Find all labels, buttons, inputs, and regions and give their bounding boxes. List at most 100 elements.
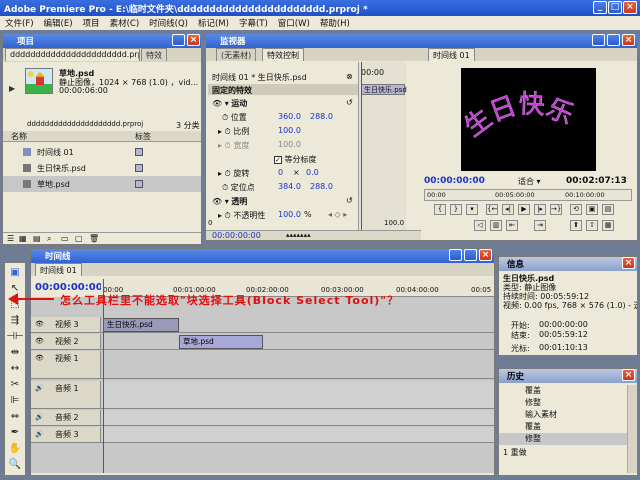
rotation-degrees[interactable]: 0.0 xyxy=(306,168,319,177)
history-item[interactable]: 修整 xyxy=(499,397,627,409)
automate-icon[interactable]: ▤ xyxy=(33,234,41,243)
tab-effects[interactable]: 特效 xyxy=(141,48,167,61)
play-thumbnail-icon[interactable]: ▶ xyxy=(9,84,19,94)
slide-tool-icon[interactable]: ⇔ xyxy=(6,409,24,425)
clip-grass[interactable]: 草地.psd xyxy=(179,335,263,349)
trim-icon[interactable]: ▦ xyxy=(602,220,614,231)
menu-file[interactable]: 文件(F) xyxy=(0,17,39,29)
motion-effect-row[interactable]: 👁 ▾ 运动 xyxy=(212,98,247,109)
history-item[interactable]: 输入素材 xyxy=(499,409,627,421)
track-header[interactable]: 🔊 音频 1 xyxy=(31,381,101,408)
history-item[interactable]: 覆盖 xyxy=(499,421,627,433)
eye-icon[interactable]: 👁 xyxy=(212,99,222,108)
clip-birthday[interactable]: 生日快乐.psd xyxy=(103,318,179,332)
keyframe-nav-icon[interactable]: ◂ ◇ ▸ xyxy=(328,210,347,219)
goto-next-edit-icon[interactable]: ⇥ xyxy=(534,220,546,231)
timeline-max-button[interactable] xyxy=(464,249,477,261)
menu-marker[interactable]: 标记(M) xyxy=(193,17,234,29)
slip-tool-icon[interactable]: ⊫ xyxy=(6,393,24,409)
fx-current-time[interactable]: 00:00:00:00 xyxy=(212,231,261,240)
lift-icon[interactable]: ⬆ xyxy=(570,220,582,231)
track-header[interactable]: 🔊 音频 2 xyxy=(31,410,101,425)
bin-icon[interactable]: ▭ xyxy=(61,234,69,243)
hand-tool-icon[interactable]: ✋ xyxy=(6,441,24,457)
goto-out-icon[interactable]: →} xyxy=(550,204,562,215)
monitor-close-button[interactable]: × xyxy=(622,34,635,46)
list-item[interactable]: 时间线 01 xyxy=(3,144,201,160)
track-header[interactable]: 👁 视频 3 xyxy=(31,317,101,332)
eye-icon[interactable]: 👁 xyxy=(35,317,44,332)
tab-program-monitor[interactable]: 时间线 01 xyxy=(428,48,475,61)
opacity-value[interactable]: 100.0 xyxy=(278,210,301,219)
fx-header-toggle-icon[interactable]: ⊗ xyxy=(346,72,353,81)
rolling-edit-tool-icon[interactable]: ⇹ xyxy=(6,345,24,361)
jog-icon[interactable]: ▥ xyxy=(490,220,502,231)
loop-icon[interactable]: ⟲ xyxy=(570,204,582,215)
timeline-min-button[interactable] xyxy=(449,249,462,261)
rate-stretch-tool-icon[interactable]: ↔ xyxy=(6,361,24,377)
reset-icon[interactable]: ↺ xyxy=(346,98,353,107)
tab-source-none[interactable]: (无素材) xyxy=(216,48,257,61)
razor-tool-icon[interactable]: ✂ xyxy=(6,377,24,393)
delete-icon[interactable]: 🗑 xyxy=(89,234,99,243)
tab-project-file[interactable]: ddddddddddddddddddddddd.prproj xyxy=(5,48,140,61)
maximize-button[interactable]: □ xyxy=(608,1,622,14)
eye-icon[interactable]: 👁 xyxy=(212,197,222,206)
info-close-button[interactable]: × xyxy=(622,257,635,269)
program-ruler[interactable]: 00:00 00:05:00:00 00:10:00:00 xyxy=(424,189,632,201)
close-button[interactable]: × xyxy=(623,1,637,14)
track-select-tool-icon[interactable]: ⇶ xyxy=(6,313,24,329)
col-label[interactable]: 标签 xyxy=(135,131,151,142)
step-forward-icon[interactable]: |▸ xyxy=(534,204,546,215)
set-in-icon[interactable]: { xyxy=(434,204,446,215)
history-item[interactable]: 覆盖 xyxy=(499,385,627,397)
menu-help[interactable]: 帮助(H) xyxy=(315,17,355,29)
project-min-button[interactable] xyxy=(172,34,185,46)
scale-value[interactable]: 100.0 xyxy=(278,126,301,135)
timeline-playhead[interactable] xyxy=(103,279,104,473)
list-item[interactable]: 草地.psd xyxy=(3,176,201,192)
menu-window[interactable]: 窗口(W) xyxy=(273,17,315,29)
track-header[interactable]: 👁 视频 1 xyxy=(31,351,101,378)
safe-margins-icon[interactable]: ▣ xyxy=(586,204,598,215)
program-current-time[interactable]: 00:00:00:00 xyxy=(424,176,485,186)
goto-in-icon[interactable]: {← xyxy=(486,204,498,215)
eye-icon[interactable]: 👁 xyxy=(35,351,44,366)
tab-sequence-01[interactable]: 时间线 01 xyxy=(35,263,82,276)
menu-timeline[interactable]: 时间线(Q) xyxy=(144,17,193,29)
find-icon[interactable]: ⌕ xyxy=(47,234,51,244)
menu-clip[interactable]: 素材(C) xyxy=(105,17,145,29)
monitor-max-button[interactable] xyxy=(607,34,620,46)
history-item[interactable]: 修整 xyxy=(499,433,627,445)
fx-zoom-slider[interactable]: ▴▴▴▴▴▴▴ xyxy=(286,231,311,239)
menu-project[interactable]: 项目 xyxy=(78,17,105,29)
speaker-icon[interactable]: 🔊 xyxy=(35,410,44,425)
position-y[interactable]: 288.0 xyxy=(310,112,333,121)
menu-edit[interactable]: 编辑(E) xyxy=(39,17,78,29)
play-icon[interactable]: ▶ xyxy=(518,204,530,215)
list-item[interactable]: 生日快乐.psd xyxy=(3,160,201,176)
menu-title[interactable]: 字幕(T) xyxy=(234,17,273,29)
icon-view-icon[interactable]: ▦ xyxy=(19,234,27,243)
col-name[interactable]: 名称 xyxy=(11,131,27,142)
ripple-edit-tool-icon[interactable]: ⊣⊢ xyxy=(6,329,24,345)
fx-clip-bar[interactable]: 生日快乐.psd xyxy=(361,84,407,95)
history-close-button[interactable]: × xyxy=(622,369,635,381)
timeline-close-button[interactable]: × xyxy=(479,249,492,261)
zoom-tool-icon[interactable]: 🔍 xyxy=(6,457,24,473)
opacity-effect-row[interactable]: 👁 ▾ 透明 xyxy=(212,196,247,207)
opacity-reset-icon[interactable]: ↺ xyxy=(346,196,353,205)
project-close-button[interactable]: × xyxy=(187,34,200,46)
uniform-scale-checkbox[interactable]: ✓ 等分标度 xyxy=(274,154,317,165)
speaker-icon[interactable]: 🔊 xyxy=(35,427,44,442)
anchor-y[interactable]: 288.0 xyxy=(310,182,333,191)
rotation-turns[interactable]: 0 xyxy=(278,168,283,177)
list-view-icon[interactable]: ☰ xyxy=(7,234,14,243)
position-x[interactable]: 360.0 xyxy=(278,112,301,121)
extract-icon[interactable]: ⇧ xyxy=(586,220,598,231)
set-out-icon[interactable]: } xyxy=(450,204,462,215)
pen-tool-icon[interactable]: ✒ xyxy=(6,425,24,441)
monitor-min-button[interactable] xyxy=(592,34,605,46)
output-icon[interactable]: ▤ xyxy=(602,204,614,215)
minimize-button[interactable]: _ xyxy=(593,1,607,14)
